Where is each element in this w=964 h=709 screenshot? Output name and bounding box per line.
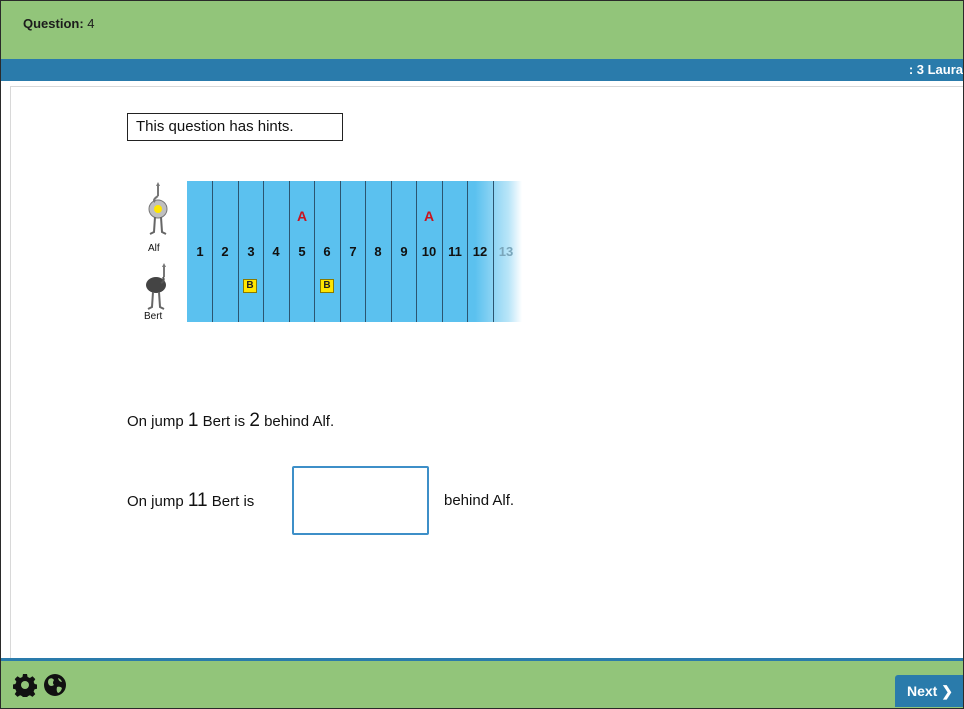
sentence1-suffix: behind Alf. (264, 413, 335, 430)
answer-input[interactable] (292, 466, 429, 535)
example-sentence: On jump 1 Bert is 2 behind Alf. (127, 410, 334, 432)
jump-number: 6 (323, 244, 331, 259)
user-bar: : 3 Laura (1, 59, 963, 81)
bert-ostrich-icon (146, 263, 166, 310)
bert-marker: B (243, 279, 257, 293)
question-sentence: On jump 11 Bert is (127, 490, 254, 512)
app-frame: Question: 4 : 3 Laura This question has … (0, 0, 964, 709)
alf-marker: A (296, 208, 308, 224)
gear-icon[interactable] (13, 673, 37, 697)
jump-number: 12 (472, 244, 488, 259)
jump-number: 7 (349, 244, 357, 259)
user-name: : 3 Laura (908, 62, 963, 77)
jump-number: 13 (498, 244, 514, 259)
jump-number: 3 (247, 244, 255, 259)
jump-number: 4 (272, 244, 280, 259)
sentence2-suffix: behind Alf. (444, 492, 515, 509)
sentence1-middle: Bert is (202, 413, 246, 430)
sentence1-prefix: On jump (127, 413, 184, 430)
jump-number: 11 (448, 244, 462, 259)
alf-ostrich-icon (148, 182, 168, 235)
jump-track: 1 2 3 4 5 6 7 8 9 10 11 12 13 A A B B (187, 181, 522, 322)
chevron-right-icon: ❯ (941, 683, 953, 699)
sentence2-jump: 11 (187, 490, 208, 511)
sentence2-prefix: On jump (127, 493, 184, 510)
hint-notice: This question has hints. (127, 113, 343, 141)
question-number: 4 (87, 16, 95, 31)
jump-number: 9 (400, 244, 408, 259)
footer-bar: Next ❯ (1, 661, 963, 708)
bert-label: Bert (144, 311, 163, 322)
question-label: Question: (23, 16, 84, 31)
jump-number: 2 (221, 244, 229, 259)
jump-number: 8 (374, 244, 382, 259)
jump-number: 10 (421, 244, 437, 259)
question-indicator: Question: 4 (23, 16, 95, 31)
sentence1-jump: 1 (187, 410, 199, 431)
bert-marker: B (320, 279, 334, 293)
alf-label: Alf (148, 243, 160, 254)
alf-marker: A (423, 208, 435, 224)
sentence2-middle: Bert is (211, 493, 255, 510)
next-button-label: Next (907, 683, 938, 699)
jump-number: 5 (298, 244, 306, 259)
globe-icon[interactable] (43, 673, 67, 697)
next-button[interactable]: Next ❯ (895, 675, 963, 707)
sentence1-distance: 2 (249, 410, 260, 431)
top-bar: Question: 4 (1, 1, 963, 59)
question-panel: This question has hints. Alf Bert 1 2 3 … (10, 86, 963, 659)
jump-number: 1 (196, 244, 204, 259)
